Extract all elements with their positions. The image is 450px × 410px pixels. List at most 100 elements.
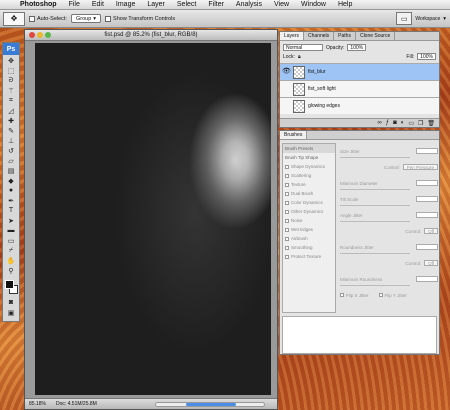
notes-tool-icon[interactable]: ▭: [5, 236, 17, 245]
workspace-menu[interactable]: Workspace: [415, 16, 440, 22]
brush-tool-icon[interactable]: ✎: [5, 126, 17, 135]
angle-control-select[interactable]: Off: [424, 228, 438, 234]
roundness-jitter-field[interactable]: [416, 244, 438, 250]
fill-field[interactable]: 100%: [417, 53, 436, 60]
blur-tool-icon[interactable]: ◆: [5, 176, 17, 185]
auto-select-dropdown[interactable]: Group ▾: [70, 14, 102, 23]
tab-channels[interactable]: Channels: [304, 32, 335, 40]
flip-x-checkbox[interactable]: [340, 293, 344, 297]
slice-tool-icon[interactable]: ◿: [5, 106, 17, 115]
list-item[interactable]: Wet Edges: [283, 225, 335, 234]
min-diameter-field[interactable]: [416, 180, 438, 186]
tilt-scale-field[interactable]: [416, 196, 438, 202]
menu-image[interactable]: Image: [110, 1, 141, 8]
min-diameter-slider[interactable]: [340, 189, 410, 190]
adjustment-icon[interactable]: ◐: [401, 120, 405, 126]
menu-help[interactable]: Help: [332, 1, 358, 8]
control-select[interactable]: Pen Pressure: [402, 164, 438, 170]
move-tool-icon[interactable]: ✥: [5, 56, 17, 65]
close-icon[interactable]: [29, 32, 35, 38]
zoom-level[interactable]: 85.18%: [29, 401, 46, 407]
tab-paths[interactable]: Paths: [334, 32, 356, 40]
link-icon[interactable]: ∞: [377, 120, 381, 126]
minimize-icon[interactable]: [37, 32, 43, 38]
tool-preset-picker[interactable]: ✥: [3, 11, 25, 26]
visibility-toggle[interactable]: [282, 102, 290, 110]
path-select-tool-icon[interactable]: ➤: [5, 216, 17, 225]
dodge-tool-icon[interactable]: ●: [5, 186, 17, 195]
option-checkbox[interactable]: [285, 245, 289, 250]
ps-logo[interactable]: Ps: [3, 43, 19, 55]
folder-icon[interactable]: ▭: [408, 120, 414, 127]
list-item[interactable]: Shape Dynamics: [283, 162, 335, 171]
healing-tool-icon[interactable]: ✚: [5, 116, 17, 125]
show-transform-checkbox[interactable]: [105, 15, 112, 22]
option-checkbox[interactable]: [285, 191, 289, 196]
doc-size[interactable]: Doc: 4.51M/25.8M: [56, 401, 97, 407]
option-checkbox[interactable]: [285, 227, 289, 232]
min-roundness-field[interactable]: [416, 276, 438, 282]
layer-row[interactable]: 👁︎ fist_blur: [280, 63, 439, 80]
roundness-control-select[interactable]: Off: [424, 260, 438, 266]
menu-file[interactable]: File: [63, 1, 86, 8]
list-item[interactable]: Brush Tip Shape: [283, 153, 335, 162]
gradient-tool-icon[interactable]: ▤: [5, 166, 17, 175]
fx-icon[interactable]: ƒ: [386, 120, 389, 126]
list-item[interactable]: Scattering: [283, 171, 335, 180]
menu-layer[interactable]: Layer: [141, 1, 171, 8]
option-checkbox[interactable]: [285, 173, 289, 178]
menu-edit[interactable]: Edit: [86, 1, 110, 8]
new-layer-icon[interactable]: ❐: [418, 120, 423, 127]
pen-tool-icon[interactable]: ✒: [5, 196, 17, 205]
zoom-window-icon[interactable]: [45, 32, 51, 38]
horizontal-scrollbar[interactable]: [155, 402, 265, 407]
list-item[interactable]: Other Dynamics: [283, 207, 335, 216]
list-item[interactable]: Protect Texture: [283, 252, 335, 261]
list-item[interactable]: Smoothing: [283, 243, 335, 252]
tab-brushes[interactable]: Brushes: [280, 131, 308, 139]
layer-row[interactable]: fist_soft light: [280, 80, 439, 97]
eyedropper-tool-icon[interactable]: ⌿: [5, 246, 17, 255]
menu-view[interactable]: View: [268, 1, 295, 8]
lasso-tool-icon[interactable]: ᘐ: [5, 76, 17, 85]
option-checkbox[interactable]: [285, 236, 289, 241]
foreground-color-swatch[interactable]: [5, 280, 14, 289]
option-checkbox[interactable]: [285, 209, 289, 214]
list-item[interactable]: Texture: [283, 180, 335, 189]
option-checkbox[interactable]: [285, 182, 289, 187]
option-checkbox[interactable]: [285, 164, 289, 169]
menu-app-name[interactable]: Photoshop: [14, 1, 63, 8]
menu-filter[interactable]: Filter: [202, 1, 230, 8]
scrollbar-thumb[interactable]: [186, 403, 236, 406]
option-checkbox[interactable]: [285, 218, 289, 223]
menu-window[interactable]: Window: [295, 1, 332, 8]
tilt-scale-slider[interactable]: [340, 205, 410, 206]
menu-analysis[interactable]: Analysis: [230, 1, 268, 8]
list-item[interactable]: Dual Brush: [283, 189, 335, 198]
quick-mask-icon[interactable]: ◙: [5, 298, 17, 307]
document-title-bar[interactable]: fist.psd @ 85.2% (fist_blur, RGB/8): [25, 30, 277, 41]
size-jitter-slider[interactable]: [340, 157, 410, 158]
tab-layers[interactable]: Layers: [280, 32, 305, 40]
list-item[interactable]: Brush Presets: [283, 144, 335, 153]
crop-tool-icon[interactable]: ⌗: [5, 96, 17, 105]
size-jitter-field[interactable]: [416, 148, 438, 154]
type-tool-icon[interactable]: T: [5, 206, 17, 215]
list-item[interactable]: Color Dynamics: [283, 198, 335, 207]
tab-clone-source[interactable]: Clone Source: [356, 32, 396, 40]
eraser-tool-icon[interactable]: ▱: [5, 156, 17, 165]
history-brush-tool-icon[interactable]: ↺: [5, 146, 17, 155]
angle-jitter-slider[interactable]: [340, 221, 410, 222]
min-roundness-slider[interactable]: [340, 285, 410, 286]
mask-icon[interactable]: ◙: [393, 120, 397, 126]
opacity-field[interactable]: 100%: [347, 44, 367, 51]
lock-icon[interactable]: 🔒︎: [298, 54, 301, 60]
list-item[interactable]: Airbrush: [283, 234, 335, 243]
blend-mode-select[interactable]: Normal: [283, 44, 323, 51]
magic-wand-tool-icon[interactable]: ⚚: [5, 86, 17, 95]
flip-y-checkbox[interactable]: [378, 293, 383, 297]
angle-jitter-field[interactable]: [416, 212, 438, 218]
marquee-tool-icon[interactable]: ⬚: [5, 66, 17, 75]
visibility-toggle[interactable]: [282, 85, 290, 93]
shape-tool-icon[interactable]: ▬: [5, 226, 17, 235]
